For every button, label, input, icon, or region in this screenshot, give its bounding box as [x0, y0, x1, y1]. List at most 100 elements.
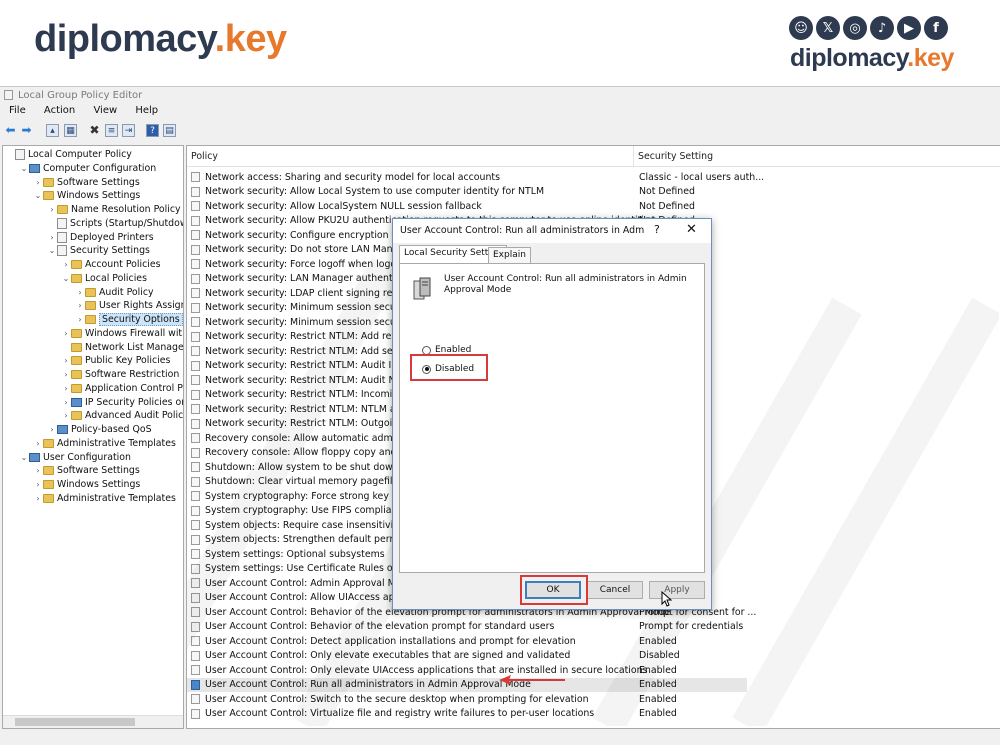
tree-node[interactable]: ⌄ Security Settings [47, 244, 150, 257]
mouse-cursor-icon [661, 591, 673, 607]
tree-node[interactable]: › Software Settings [33, 464, 139, 477]
tree-node[interactable]: › Policy-based QoS [47, 423, 151, 436]
tree-node[interactable]: › Windows Settings [33, 478, 140, 491]
expand-chevron-icon[interactable]: ⌄ [61, 274, 71, 283]
show-hide-tree-icon[interactable]: ▦ [64, 124, 77, 137]
tree-node[interactable]: Network List Manager Po [61, 341, 183, 354]
column-policy[interactable]: Policy [191, 151, 218, 162]
tree-node[interactable]: › Software Restriction Polic [61, 368, 183, 381]
expand-chevron-icon[interactable]: ⌄ [33, 191, 43, 200]
annotation-arrow-icon [499, 675, 565, 685]
tree-node[interactable]: › IP Security Policies on Lo [61, 396, 183, 409]
expand-chevron-icon[interactable]: › [33, 480, 43, 489]
tree-node[interactable]: › Security Options [75, 313, 183, 326]
properties-dialog: User Account Control: Run all administra… [392, 218, 712, 610]
folder-icon [43, 480, 54, 489]
expand-chevron-icon[interactable]: › [33, 439, 43, 448]
folder-icon [85, 315, 96, 324]
menu-file[interactable]: File [9, 105, 26, 116]
cancel-button[interactable]: Cancel [587, 581, 643, 599]
tree-node-label: Name Resolution Policy [71, 204, 181, 215]
menu-action[interactable]: Action [44, 105, 75, 116]
policy-server-icon [413, 277, 431, 300]
back-arrow-icon[interactable]: ⬅ [4, 124, 17, 137]
tree-node[interactable]: › User Rights Assignme [75, 299, 183, 312]
export-list-icon[interactable]: ⇥ [122, 124, 135, 137]
help-icon[interactable]: ? [146, 124, 159, 137]
tree-node[interactable]: ⌄ Local Policies [61, 272, 147, 285]
expand-chevron-icon[interactable]: › [33, 178, 43, 187]
snapchat-icon[interactable]: ☺ [789, 16, 813, 40]
tree-node[interactable]: › Application Control Polic [61, 382, 183, 395]
up-folder-icon[interactable]: ▴ [46, 124, 59, 137]
column-security-setting[interactable]: Security Setting [638, 151, 713, 162]
expand-chevron-icon[interactable]: › [61, 356, 71, 365]
policy-description: User Account Control: Run all administra… [444, 274, 687, 295]
dialog-close-button[interactable]: ✕ [686, 222, 697, 237]
tree-node[interactable]: › Audit Policy [75, 286, 154, 299]
annotation-highlight-ok [520, 575, 588, 605]
x-icon[interactable]: 𝕏 [816, 16, 840, 40]
dialog-help-button[interactable]: ? [654, 223, 660, 236]
expand-chevron-icon[interactable]: › [61, 384, 71, 393]
folder-icon [71, 383, 82, 393]
folder-icon [43, 466, 54, 476]
tab-explain[interactable]: Explain [488, 247, 531, 263]
policy-icon [57, 245, 67, 257]
tree-node-label: Scripts (Startup/Shutdown) [70, 217, 183, 229]
tree-node[interactable]: ⌄ User Configuration [19, 451, 131, 464]
tree-node-label: Local Computer Policy [28, 149, 132, 160]
tree-node[interactable]: › Name Resolution Policy [47, 203, 181, 216]
view-icon[interactable]: ▤ [163, 124, 176, 137]
expand-chevron-icon[interactable]: › [61, 260, 71, 269]
instagram-icon[interactable]: ◎ [843, 16, 867, 40]
tree-node-label: Audit Policy [99, 286, 154, 298]
tree-node[interactable]: ⌄ Windows Settings [33, 189, 141, 202]
menu-help[interactable]: Help [135, 105, 158, 116]
tree-horizontal-scrollbar[interactable] [3, 715, 183, 728]
apply-button[interactable]: Apply [649, 581, 705, 599]
tree-node[interactable]: › Software Settings [33, 176, 139, 189]
menu-view[interactable]: View [93, 105, 117, 116]
expand-chevron-icon[interactable]: › [75, 301, 85, 310]
tree-node[interactable]: Scripts (Startup/Shutdown) [47, 217, 183, 230]
folder-icon [71, 260, 82, 269]
expand-chevron-icon[interactable]: ⌄ [47, 246, 57, 255]
expand-chevron-icon[interactable]: › [75, 288, 85, 297]
expand-chevron-icon[interactable]: › [47, 425, 57, 434]
expand-chevron-icon[interactable]: ⌄ [19, 453, 29, 462]
youtube-icon[interactable]: ▶ [897, 16, 921, 40]
expand-chevron-icon[interactable]: › [47, 205, 57, 214]
tree-node[interactable]: › Administrative Templates [33, 492, 176, 505]
expand-chevron-icon[interactable]: › [75, 315, 85, 324]
forward-arrow-icon[interactable]: ➡ [20, 124, 33, 137]
tree-node[interactable]: Local Computer Policy [5, 148, 132, 161]
computer-icon [29, 452, 40, 462]
expand-chevron-icon[interactable]: › [33, 494, 43, 503]
properties-icon[interactable]: ≡ [105, 124, 118, 137]
delete-icon[interactable]: ✖ [88, 124, 101, 137]
expand-chevron-icon[interactable]: › [61, 398, 71, 407]
expand-chevron-icon[interactable]: › [61, 329, 71, 338]
facebook-icon[interactable]: f [924, 16, 948, 40]
app-icon [4, 90, 13, 100]
tree-node-label: Account Policies [85, 259, 161, 270]
expand-chevron-icon[interactable]: › [47, 233, 57, 242]
tree-node[interactable]: › Advanced Audit Policy Co [61, 409, 183, 422]
expand-chevron-icon[interactable]: › [33, 466, 43, 475]
computer-icon [57, 425, 68, 434]
tree-node[interactable]: › Deployed Printers [47, 231, 154, 244]
expand-chevron-icon[interactable]: › [61, 411, 71, 420]
tree-node[interactable]: › Public Key Policies [61, 354, 170, 367]
tree-node[interactable]: ⌄ Computer Configuration [19, 162, 157, 175]
expand-chevron-icon[interactable]: ⌄ [19, 164, 29, 173]
menu-bar: File Action View Help [0, 105, 1000, 121]
tiktok-icon[interactable]: ♪ [870, 16, 894, 40]
tree-node[interactable]: › Windows Firewall with Ac [61, 327, 183, 340]
tree-node[interactable]: › Administrative Templates [33, 437, 176, 450]
tree-node-label: Application Control Polic [85, 382, 183, 394]
scrollbar-thumb[interactable] [15, 718, 135, 726]
expand-chevron-icon[interactable]: › [61, 370, 71, 379]
tree-node[interactable]: › Account Policies [61, 258, 161, 271]
tree-node-label: Deployed Printers [70, 231, 154, 243]
